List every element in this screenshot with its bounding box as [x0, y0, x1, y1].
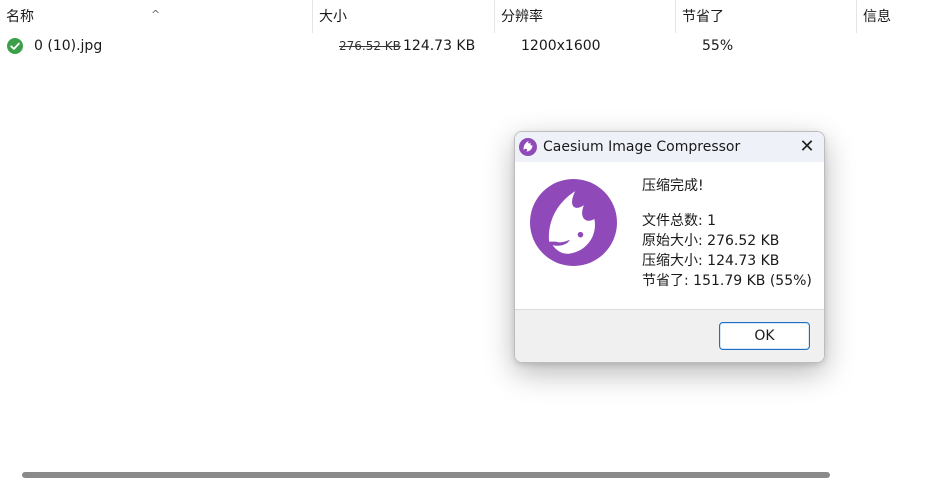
column-header-name[interactable]: 名称 ^ — [0, 0, 313, 33]
dialog-footer: OK — [515, 309, 824, 362]
dialog-titlebar[interactable]: Caesium Image Compressor ✕ — [515, 132, 824, 162]
column-header-resolution-label: 分辨率 — [501, 9, 543, 25]
compression-complete-dialog: Caesium Image Compressor ✕ 压缩完成! 文件总数: 1… — [514, 131, 825, 363]
app-window: 名称 ^ 大小 分辨率 节省了 信息 0 (10).jpg 276.52 KB … — [0, 0, 940, 486]
column-header-info[interactable]: 信息 — [857, 0, 940, 33]
saved-percent: 55% — [702, 38, 734, 54]
original-size-line: 原始大小: 276.52 KB — [642, 233, 780, 249]
column-header-resolution[interactable]: 分辨率 — [495, 0, 676, 33]
dialog-title: Caesium Image Compressor — [543, 139, 741, 155]
dialog-message: 压缩完成! 文件总数: 1 原始大小: 276.52 KB 压缩大小: 124.… — [642, 176, 812, 291]
resolution: 1200x1600 — [521, 38, 601, 54]
column-header-info-label: 信息 — [863, 9, 891, 25]
table-header: 名称 ^ 大小 分辨率 节省了 信息 — [0, 0, 940, 33]
dialog-close-button[interactable]: ✕ — [796, 136, 818, 158]
compressed-size: 124.73 KB — [403, 38, 476, 54]
ok-button[interactable]: OK — [719, 322, 810, 350]
compressed-size-line: 压缩大小: 124.73 KB — [642, 253, 780, 269]
saved-line: 节省了: 151.79 KB (55%) — [642, 273, 812, 289]
horizontal-scrollbar-thumb[interactable] — [22, 472, 830, 478]
caesium-app-icon — [519, 138, 537, 156]
total-files-line: 文件总数: 1 — [642, 213, 717, 229]
column-header-saved[interactable]: 节省了 — [676, 0, 857, 33]
table-row[interactable]: 0 (10).jpg 276.52 KB 124.73 KB 1200x1600… — [0, 33, 940, 59]
dialog-heading: 压缩完成! — [642, 178, 704, 194]
column-header-size-label: 大小 — [319, 9, 347, 25]
sort-ascending-icon: ^ — [151, 8, 161, 21]
close-icon: ✕ — [799, 136, 815, 157]
file-name: 0 (10).jpg — [34, 38, 103, 54]
column-header-size[interactable]: 大小 — [313, 0, 495, 33]
caesium-logo-icon — [530, 179, 617, 266]
column-header-name-label: 名称 — [6, 9, 34, 25]
column-header-saved-label: 节省了 — [682, 9, 724, 25]
original-size: 276.52 KB — [339, 39, 401, 53]
